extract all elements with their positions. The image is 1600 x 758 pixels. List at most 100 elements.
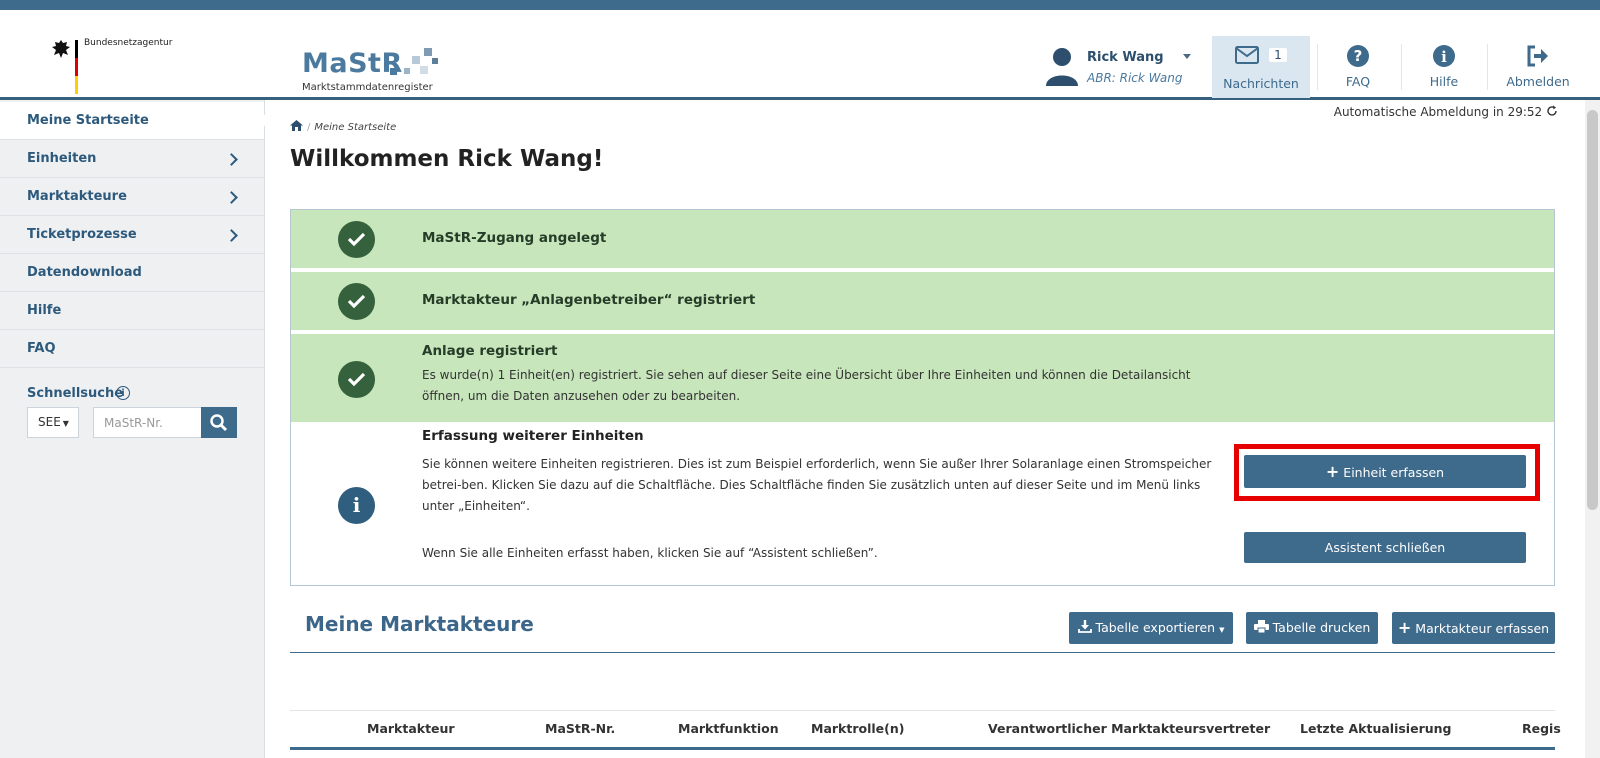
page-title: Willkommen Rick Wang! <box>290 146 604 172</box>
actors-section-title: Meine Marktakteure <box>305 612 534 636</box>
mastr-logo[interactable]: MaStR <box>302 48 403 79</box>
caret-down-icon: ▼ <box>62 419 69 428</box>
auto-logout-timer: Automatische Abmeldung in 29:52 <box>1334 105 1558 119</box>
check-circle-icon <box>338 221 375 258</box>
messages-button[interactable]: 1 Nachrichten <box>1212 36 1310 98</box>
home-icon[interactable] <box>290 120 303 131</box>
page-scrollbar[interactable] <box>1585 100 1600 758</box>
close-assistant-label: Assistent schließen <box>1324 540 1446 555</box>
column-header-marktfunktion[interactable]: Marktfunktion <box>678 721 779 736</box>
step-account-created: MaStR-Zugang angelegt <box>291 210 1554 268</box>
help-label: Hilfe <box>1429 74 1459 89</box>
sidebar-item-ticketprozesse[interactable]: Ticketprozesse <box>0 216 264 254</box>
header: Bundesnetzagentur MaStR Marktstammdatenr… <box>0 10 1600 100</box>
sidebar-item-einheiten[interactable]: Einheiten <box>0 140 264 178</box>
sidebar-item-label: Einheiten <box>27 151 97 166</box>
sidebar-item-label: Ticketprozesse <box>27 227 137 242</box>
column-header-mastr-nr[interactable]: MaStR-Nr. <box>545 721 615 736</box>
envelope-icon <box>1235 46 1260 64</box>
user-avatar-icon <box>1046 48 1078 86</box>
logo-pixel-mark <box>432 58 438 64</box>
logo-pixel-mark <box>412 56 420 64</box>
agency-name: Bundesnetzagentur <box>84 38 173 48</box>
column-header-letzte-aktualisierung[interactable]: Letzte Aktualisierung <box>1300 721 1451 736</box>
caret-down-icon: ▼ <box>1219 626 1225 634</box>
export-table-button[interactable]: Tabelle exportieren ▼ <box>1069 612 1233 644</box>
download-icon <box>1077 620 1092 633</box>
quicksearch-type-select[interactable]: SEE ▼ <box>27 407 79 438</box>
nav-divider <box>1487 44 1488 90</box>
sidebar-item-marktakteure[interactable]: Marktakteure <box>0 178 264 216</box>
logo-subtitle: Marktstammdatenregister <box>302 82 433 93</box>
sidebar-item-label: FAQ <box>27 341 56 356</box>
logout-button[interactable]: Abmelden <box>1494 36 1582 98</box>
highlight-box <box>1234 444 1540 501</box>
logout-label: Abmelden <box>1506 74 1570 89</box>
add-actor-label: Marktakteur erfassen <box>1415 621 1550 636</box>
chevron-right-icon <box>225 229 238 242</box>
auto-logout-text: Automatische Abmeldung in 29:52 <box>1333 105 1543 119</box>
faq-button[interactable]: ? FAQ <box>1320 36 1396 98</box>
sidebar-item-label: Marktakteure <box>27 189 127 204</box>
step-description-close: Wenn Sie alle Einheiten erfasst haben, k… <box>422 546 878 560</box>
logo-pixel-mark <box>390 68 397 75</box>
step-description: Es wurde(n) 1 Einheit(en) registriert. S… <box>422 368 1191 403</box>
question-circle-icon: ? <box>1347 45 1369 67</box>
add-actor-button[interactable]: + Marktakteur erfassen <box>1392 612 1555 644</box>
active-indicator <box>245 108 271 134</box>
user-menu-caret-icon[interactable] <box>1183 54 1191 59</box>
sidebar-item-label: Meine Startseite <box>27 113 149 128</box>
search-icon <box>210 414 228 432</box>
help-button[interactable]: i Hilfe <box>1406 36 1482 98</box>
step-title: Erfassung weiterer Einheiten <box>422 428 644 444</box>
breadcrumb-separator: / <box>307 122 311 133</box>
user-name[interactable]: Rick Wang <box>1087 50 1164 65</box>
column-header-marktakteur[interactable]: Marktakteur <box>367 721 455 736</box>
print-icon <box>1253 620 1269 634</box>
quicksearch-label: Schnellsuche <box>27 386 124 401</box>
print-table-button[interactable]: Tabelle drucken <box>1246 612 1378 644</box>
step-title: MaStR-Zugang angelegt <box>422 230 607 246</box>
messages-icon-row: 1 <box>1212 46 1310 70</box>
chevron-right-icon <box>225 191 238 204</box>
user-abr: ABR: Rick Wang <box>1087 71 1183 85</box>
column-header-registrierung[interactable]: Regis <box>1522 721 1561 736</box>
sidebar-item-faq[interactable]: FAQ <box>0 330 264 368</box>
quicksearch-select-value: SEE <box>38 415 61 429</box>
info-circle-icon: i <box>1433 45 1455 67</box>
onboarding-steps-panel: MaStR-Zugang angelegt Marktakteur „Anlag… <box>290 209 1555 586</box>
faq-label: FAQ <box>1345 74 1371 89</box>
sidebar-item-datendownload[interactable]: Datendownload <box>0 254 264 292</box>
sign-out-icon <box>1527 45 1548 67</box>
logo-pixel-mark <box>404 68 410 74</box>
sidebar-item-label: Datendownload <box>27 265 142 280</box>
step-title: Marktakteur „Anlagenbetreiber“ registrie… <box>422 292 756 308</box>
quicksearch-button[interactable] <box>201 407 237 438</box>
quicksearch-info-icon[interactable]: i <box>116 386 130 400</box>
check-circle-icon <box>338 361 375 398</box>
column-header-marktrollen[interactable]: Marktrolle(n) <box>811 721 904 736</box>
quicksearch-input[interactable] <box>93 407 201 438</box>
scrollbar-thumb[interactable] <box>1587 110 1598 510</box>
plus-icon: + <box>1397 618 1412 637</box>
sidebar-item-label: Hilfe <box>27 303 62 318</box>
step-description: Sie können weitere Einheiten registriere… <box>422 457 1212 513</box>
section-divider <box>290 652 1555 653</box>
breadcrumb-current: Meine Startseite <box>314 122 397 133</box>
messages-label: Nachrichten <box>1223 76 1299 91</box>
check-circle-icon <box>338 283 375 320</box>
nav-divider <box>1317 44 1318 90</box>
step-title: Anlage registriert <box>422 343 558 359</box>
refresh-icon[interactable] <box>1546 105 1558 117</box>
svg-text:?: ? <box>1354 47 1363 65</box>
info-circle-icon: i <box>338 487 375 524</box>
close-assistant-button[interactable]: Assistent schließen <box>1244 532 1526 563</box>
chevron-right-icon <box>225 153 238 166</box>
step-actor-registered: Marktakteur „Anlagenbetreiber“ registrie… <box>291 272 1554 330</box>
column-header-vertreter[interactable]: Verantwortlicher Marktakteursvertreter <box>988 721 1270 736</box>
federal-eagle-icon <box>52 40 70 58</box>
german-flag-bar <box>75 40 78 94</box>
sidebar-item-hilfe[interactable]: Hilfe <box>0 292 264 330</box>
sidebar-item-meine-startseite[interactable]: Meine Startseite <box>0 102 271 140</box>
logo-pixel-mark <box>424 48 432 56</box>
